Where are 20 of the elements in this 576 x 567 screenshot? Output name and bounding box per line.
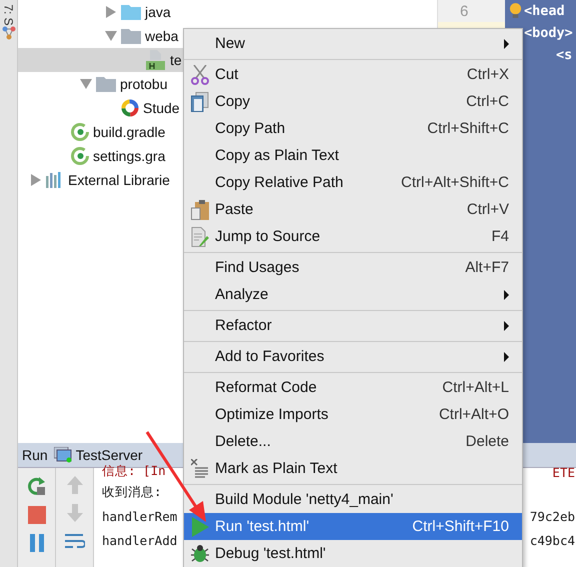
shortcut-text: F4	[491, 228, 509, 245]
shortcut-text: Ctrl+C	[466, 93, 509, 110]
console-text: handlerRem	[102, 508, 178, 524]
shortcut-text: Ctrl+Alt+Shift+C	[401, 174, 509, 191]
console-text: handlerAdd	[102, 532, 178, 548]
shortcut-text: Alt+F7	[465, 259, 509, 276]
console-text: c49bc4	[530, 532, 575, 548]
shortcut-text: Ctrl+Alt+O	[438, 406, 509, 423]
shortcut-text: Ctrl+X	[466, 66, 509, 83]
console-text: ETE	[552, 465, 575, 480]
panel-title: Run	[22, 447, 48, 463]
console-text: 收到消息:	[102, 484, 162, 500]
line-number: 6	[460, 2, 468, 20]
console-text: 信息: [In	[102, 463, 166, 480]
shortcut-text: Ctrl+Shift+C	[427, 120, 509, 137]
console-text: 79c2eb	[530, 508, 575, 524]
shortcut-text: Ctrl+Shift+F10	[412, 518, 509, 535]
shortcut-text: Ctrl+Alt+L	[442, 379, 509, 396]
shortcut-text: Ctrl+V	[466, 201, 509, 218]
shortcut-text: Delete	[466, 433, 509, 450]
